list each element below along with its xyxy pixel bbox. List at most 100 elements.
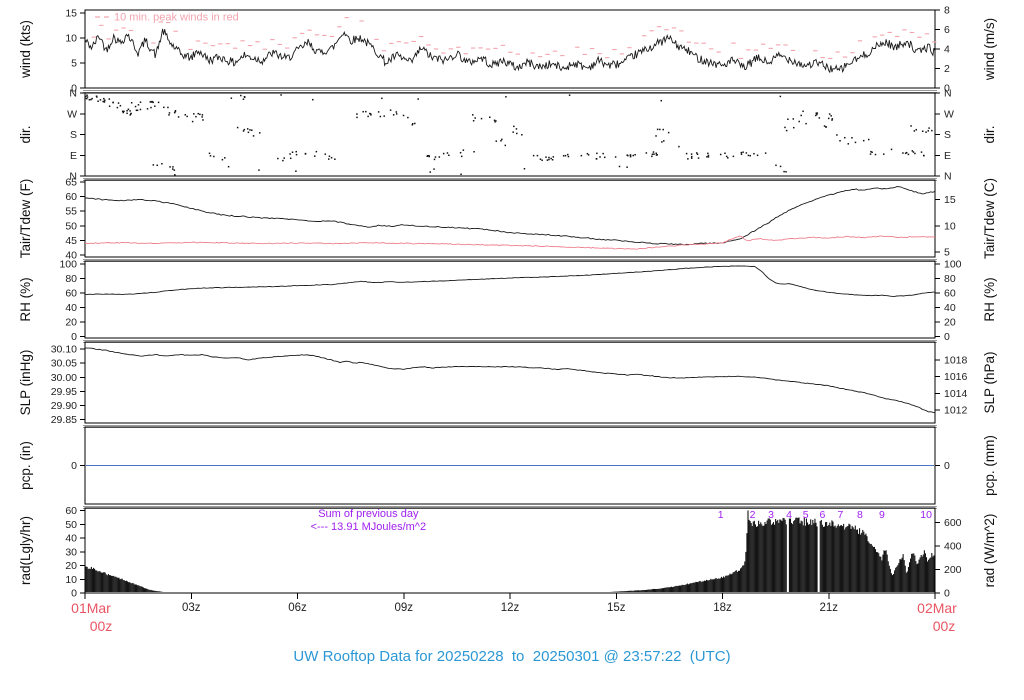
rad-hour-marker: 5: [803, 509, 809, 521]
dir-scatter-point: [655, 135, 657, 137]
rad-bar: [147, 589, 149, 592]
rad-bar: [632, 590, 634, 592]
dir-scatter-point: [85, 95, 87, 98]
rad-bar: [868, 542, 870, 592]
rad-bar: [692, 582, 694, 592]
dir-scatter-point: [787, 118, 789, 120]
rh-right-tick-label: 80: [944, 273, 956, 285]
rad-bar: [853, 529, 855, 592]
dir-scatter-point: [201, 114, 204, 116]
dir-scatter-point: [414, 122, 416, 125]
rad-bar: [149, 589, 151, 592]
tair-right-tick-label: 15: [944, 194, 956, 206]
rad-bar: [665, 587, 667, 592]
figure-title: UW Rooftop Data for 20250228 to 20250301…: [293, 648, 731, 665]
rad-bar: [762, 526, 764, 592]
dir-scatter-point: [202, 119, 204, 121]
rad-bar: [101, 572, 103, 592]
rad-bar: [720, 576, 722, 592]
rad-bar: [767, 518, 769, 592]
slp-left-tick-label: 30.00: [51, 372, 77, 384]
dir-scatter-point: [295, 153, 298, 156]
dir-scatter-point: [697, 157, 700, 159]
rad-bar: [872, 547, 874, 592]
rad-right-tick-label: 0: [944, 588, 950, 600]
dir-scatter-point: [629, 154, 632, 157]
rad-bar: [94, 568, 96, 592]
rad-bar: [928, 559, 930, 592]
rad-bar: [136, 585, 138, 592]
rad-bar: [642, 590, 644, 592]
dir-left-axis-title: dir.: [18, 125, 33, 143]
rad-bar: [698, 581, 700, 592]
rad-bar: [834, 525, 836, 592]
rad-bar: [120, 578, 122, 592]
rad-bar: [118, 577, 120, 592]
dir-scatter-point: [313, 155, 316, 157]
dir-scatter-point: [802, 110, 804, 113]
rad-bar: [687, 584, 690, 592]
rad-bar: [736, 571, 738, 592]
dir-scatter-point: [173, 111, 176, 114]
rad-bar: [143, 588, 146, 592]
rad-bar: [653, 588, 656, 592]
rad-bar: [646, 589, 648, 592]
rad-bar: [808, 524, 810, 592]
rh-right-tick-label: 0: [944, 331, 950, 343]
dir-scatter-point: [749, 154, 751, 157]
dir-scatter-point: [695, 152, 698, 154]
rad-bar: [88, 568, 90, 592]
dir-scatter-point: [928, 127, 930, 129]
rad-bar: [898, 562, 900, 592]
dir-scatter-point: [696, 153, 699, 156]
rad-bar: [843, 523, 845, 592]
rad-bar: [783, 518, 785, 592]
dir-scatter-point: [173, 169, 176, 171]
tair-right-tick-label: 5: [944, 247, 950, 259]
rad-bar: [799, 523, 801, 592]
dir-scatter-point: [433, 168, 435, 170]
rad-bar: [113, 575, 115, 592]
rad-bar: [728, 575, 730, 592]
dir-scatter-point: [243, 128, 246, 131]
dir-scatter-point: [546, 159, 549, 161]
rad-bar: [747, 510, 749, 592]
rad-bar: [893, 573, 895, 592]
dir-scatter-point: [295, 150, 297, 153]
dir-scatter-point: [800, 114, 802, 117]
rad-bar: [922, 554, 924, 592]
dir-scatter-point: [367, 115, 369, 118]
dir-scatter-point: [130, 113, 132, 115]
rad-bar: [924, 553, 926, 592]
dir-scatter-point: [747, 154, 750, 157]
rad-annotation-line1: Sum of previous day: [318, 508, 419, 520]
dir-scatter-point: [86, 94, 88, 97]
dir-scatter-point: [193, 113, 195, 115]
dir-scatter-point: [412, 122, 414, 125]
rad-bar: [921, 556, 923, 592]
dir-scatter-point: [513, 125, 515, 128]
dir-scatter-point: [117, 102, 120, 104]
rad-bar: [84, 568, 86, 592]
dir-scatter-point: [614, 156, 617, 158]
rad-bar: [699, 580, 701, 592]
rad-bar: [857, 533, 860, 592]
rad-bar: [933, 555, 935, 592]
rad-bar: [694, 582, 696, 592]
dir-scatter-point: [552, 156, 555, 158]
dir-scatter-point: [785, 171, 787, 173]
dir-scatter-point: [448, 154, 450, 157]
dir-scatter-point: [324, 153, 327, 155]
dir-scatter-point: [827, 117, 830, 120]
rad-bar: [623, 591, 625, 592]
dir-scatter-point: [567, 155, 570, 158]
rad-bar: [132, 582, 134, 592]
rad-bar: [828, 524, 830, 592]
rad-bar: [740, 568, 742, 592]
dir-scatter-point: [157, 101, 160, 104]
dir-scatter-point: [392, 114, 395, 116]
wind-left-tick-label: 15: [65, 7, 77, 19]
rh-left-tick-label: 100: [59, 258, 77, 270]
dir-scatter-point: [428, 154, 430, 157]
rad-bar: [835, 527, 837, 592]
